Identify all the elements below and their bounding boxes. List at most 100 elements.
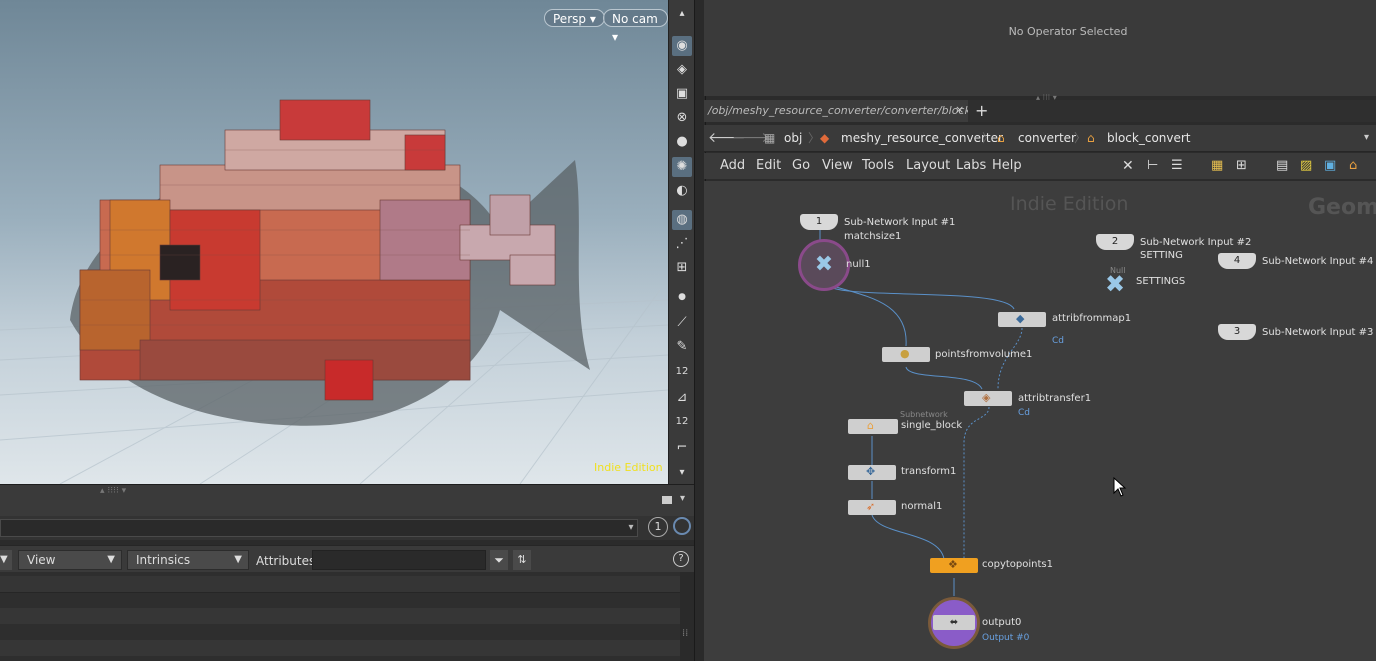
breadcrumb-obj[interactable]: obj	[784, 125, 802, 151]
lock-icon[interactable]: ▣	[672, 84, 692, 104]
spreadsheet-scrollbar[interactable]	[680, 572, 694, 661]
eye-icon[interactable]: ◉	[672, 36, 692, 56]
persp-menu-button[interactable]: Persp ▾	[544, 9, 605, 27]
breadcrumb-converter[interactable]: converter	[1018, 125, 1076, 151]
menu-layout[interactable]: Layout	[906, 153, 950, 179]
menu-help[interactable]: Help	[992, 153, 1022, 179]
camera-label: No cam	[612, 12, 658, 26]
transform1-node[interactable]: ✥	[848, 465, 896, 480]
copytopoints1-node[interactable]: ❖	[930, 558, 978, 573]
volume-icon: ●	[900, 347, 910, 360]
num-12-icon[interactable]: 12	[672, 362, 692, 382]
node-path-dropdown-icon[interactable]: ▾	[624, 520, 638, 536]
link-icon[interactable]	[673, 517, 691, 535]
network-editor[interactable]: Indie Edition Geom 1 Sub-Network Input #…	[704, 181, 1376, 661]
attribtransfer1-node[interactable]: ◈	[964, 391, 1012, 406]
mouse-cursor-icon	[1113, 477, 1127, 497]
display-options-icon[interactable]: ◈	[672, 60, 692, 80]
scroll-up-icon[interactable]: ▴	[672, 4, 692, 24]
pointsfromvolume1-node[interactable]: ●	[882, 347, 930, 362]
more-icon[interactable]: ▾	[672, 463, 692, 483]
single-block-node[interactable]: ⌂	[848, 419, 898, 434]
attribfrommap1-node[interactable]: ◆	[998, 312, 1046, 327]
menu-tools[interactable]: Tools	[862, 153, 894, 179]
sticky-note-icon[interactable]: ▨	[1300, 153, 1312, 179]
path-dropdown-icon[interactable]: ▾	[1364, 125, 1369, 151]
pane-maximize-icon[interactable]	[662, 496, 672, 504]
tree-icon[interactable]: ⊢	[1147, 153, 1158, 179]
render-icon[interactable]: ◍	[672, 210, 692, 230]
single-block-label: single_block	[901, 420, 963, 431]
breadcrumb-meshy-resource-converter[interactable]: meshy_resource_converter	[841, 125, 1003, 151]
subnet-input-3-node[interactable]: 3	[1218, 324, 1256, 340]
wrench-icon[interactable]: ✕	[1122, 153, 1134, 179]
menu-edit[interactable]: Edit	[756, 153, 781, 179]
breadcrumb-separator: 〉	[982, 131, 995, 145]
add-tab-icon[interactable]: +	[975, 100, 988, 122]
grid-view-icon[interactable]: ▦	[1211, 153, 1223, 179]
menu-go[interactable]: Go	[792, 153, 810, 179]
measure-icon[interactable]: ⌐	[672, 438, 692, 458]
tab-path-label: /obj/meshy_resource_converter/converter/…	[708, 104, 968, 117]
shading-icon[interactable]: ●	[672, 132, 692, 152]
intrinsics-dropdown[interactable]: Intrinsics ▼	[127, 550, 249, 570]
spreadsheet-toolbar: ▼ View ▼ Intrinsics ▼ Attributes: ⏷ ⇅ ?	[0, 545, 694, 573]
camera-menu-button[interactable]: No cam ▾	[603, 9, 668, 44]
subnet-input-2-sub: SETTING	[1140, 250, 1183, 261]
normal1-node[interactable]: ➶	[848, 500, 896, 515]
breadcrumb-block-convert[interactable]: block_convert	[1107, 125, 1191, 151]
obj-context-icon: ▦	[764, 131, 776, 145]
subnet-input-4-node[interactable]: 4	[1218, 253, 1256, 269]
resize-grip-icon[interactable]: ⁞⁞	[682, 628, 688, 639]
table-row[interactable]	[0, 640, 680, 656]
attributes-filter-input[interactable]	[312, 550, 486, 570]
camera-icon[interactable]: ◐	[672, 181, 692, 201]
table-row[interactable]	[0, 608, 680, 624]
view-dropdown[interactable]: View ▼	[18, 550, 122, 570]
filter-left-icon[interactable]: ▼	[0, 550, 12, 570]
edge-icon[interactable]: ⟋	[672, 313, 692, 333]
list-icon[interactable]: ☰	[1171, 153, 1183, 179]
parameter-pane: No Operator Selected	[704, 0, 1376, 96]
particle-icon[interactable]: ⋰	[672, 234, 692, 254]
brush-icon[interactable]: ✎	[672, 337, 692, 357]
pointsfromvolume1-label: pointsfromvolume1	[935, 349, 1033, 360]
subnet-input-2-node[interactable]: 2	[1096, 234, 1134, 250]
pane-menu-icon[interactable]: ▾	[680, 493, 685, 504]
node-count-badge[interactable]: 1	[648, 517, 668, 537]
spreadsheet-options-icon[interactable]: ⇅	[513, 550, 531, 570]
breadcrumb-separator: 〉	[808, 131, 821, 145]
num-12b-icon[interactable]: 12	[672, 412, 692, 432]
settings-null-node[interactable]: ✖	[1100, 269, 1130, 299]
point-icon[interactable]: ●	[672, 287, 692, 307]
snap-icon[interactable]: ⊿	[672, 388, 692, 408]
converter-icon: ⌂	[997, 131, 1005, 145]
output0-node[interactable]: ⬌	[928, 597, 980, 649]
node-path-field[interactable]	[0, 519, 638, 537]
parameter-view-icon[interactable]: ▤	[1276, 153, 1288, 179]
persp-label: Persp	[553, 12, 586, 26]
menu-add[interactable]: Add	[720, 153, 745, 179]
subnet-input-1-node[interactable]: 1	[800, 214, 838, 230]
pane-splitter-handle[interactable]: ▴ ⁝⁝⁝⁝ ▾	[100, 486, 126, 496]
filter-icon[interactable]: ⏷	[490, 550, 508, 570]
transfer-icon: ◈	[982, 391, 991, 404]
intrinsics-dropdown-arrow-icon: ▼	[234, 554, 242, 565]
spreadsheet-table[interactable]	[0, 572, 680, 661]
tile-view-icon[interactable]: ⊞	[1236, 153, 1247, 179]
subnet-input-1-label: Sub-Network Input #1	[844, 217, 956, 228]
light-icon[interactable]: ✺	[672, 157, 692, 177]
tab-close-icon[interactable]: ×	[955, 103, 964, 116]
snapshot-icon[interactable]: ⊞	[672, 258, 692, 278]
transform1-label: transform1	[901, 466, 957, 477]
menu-labs[interactable]: Labs	[956, 153, 986, 179]
image-background-icon[interactable]: ▣	[1324, 153, 1336, 179]
null1-node[interactable]: ✖	[798, 239, 850, 291]
scene-viewport[interactable]: Persp ▾ No cam ▾ Indie Edition	[0, 0, 668, 484]
network-box-icon[interactable]: ⌂	[1349, 153, 1357, 179]
tab-network-editor[interactable]: /obj/meshy_resource_converter/converter/…	[704, 100, 968, 122]
menu-view[interactable]: View	[822, 153, 853, 179]
null-x-icon: ✖	[814, 252, 834, 277]
ghost-icon[interactable]: ⊗	[672, 108, 692, 128]
help-icon[interactable]: ?	[673, 551, 689, 567]
